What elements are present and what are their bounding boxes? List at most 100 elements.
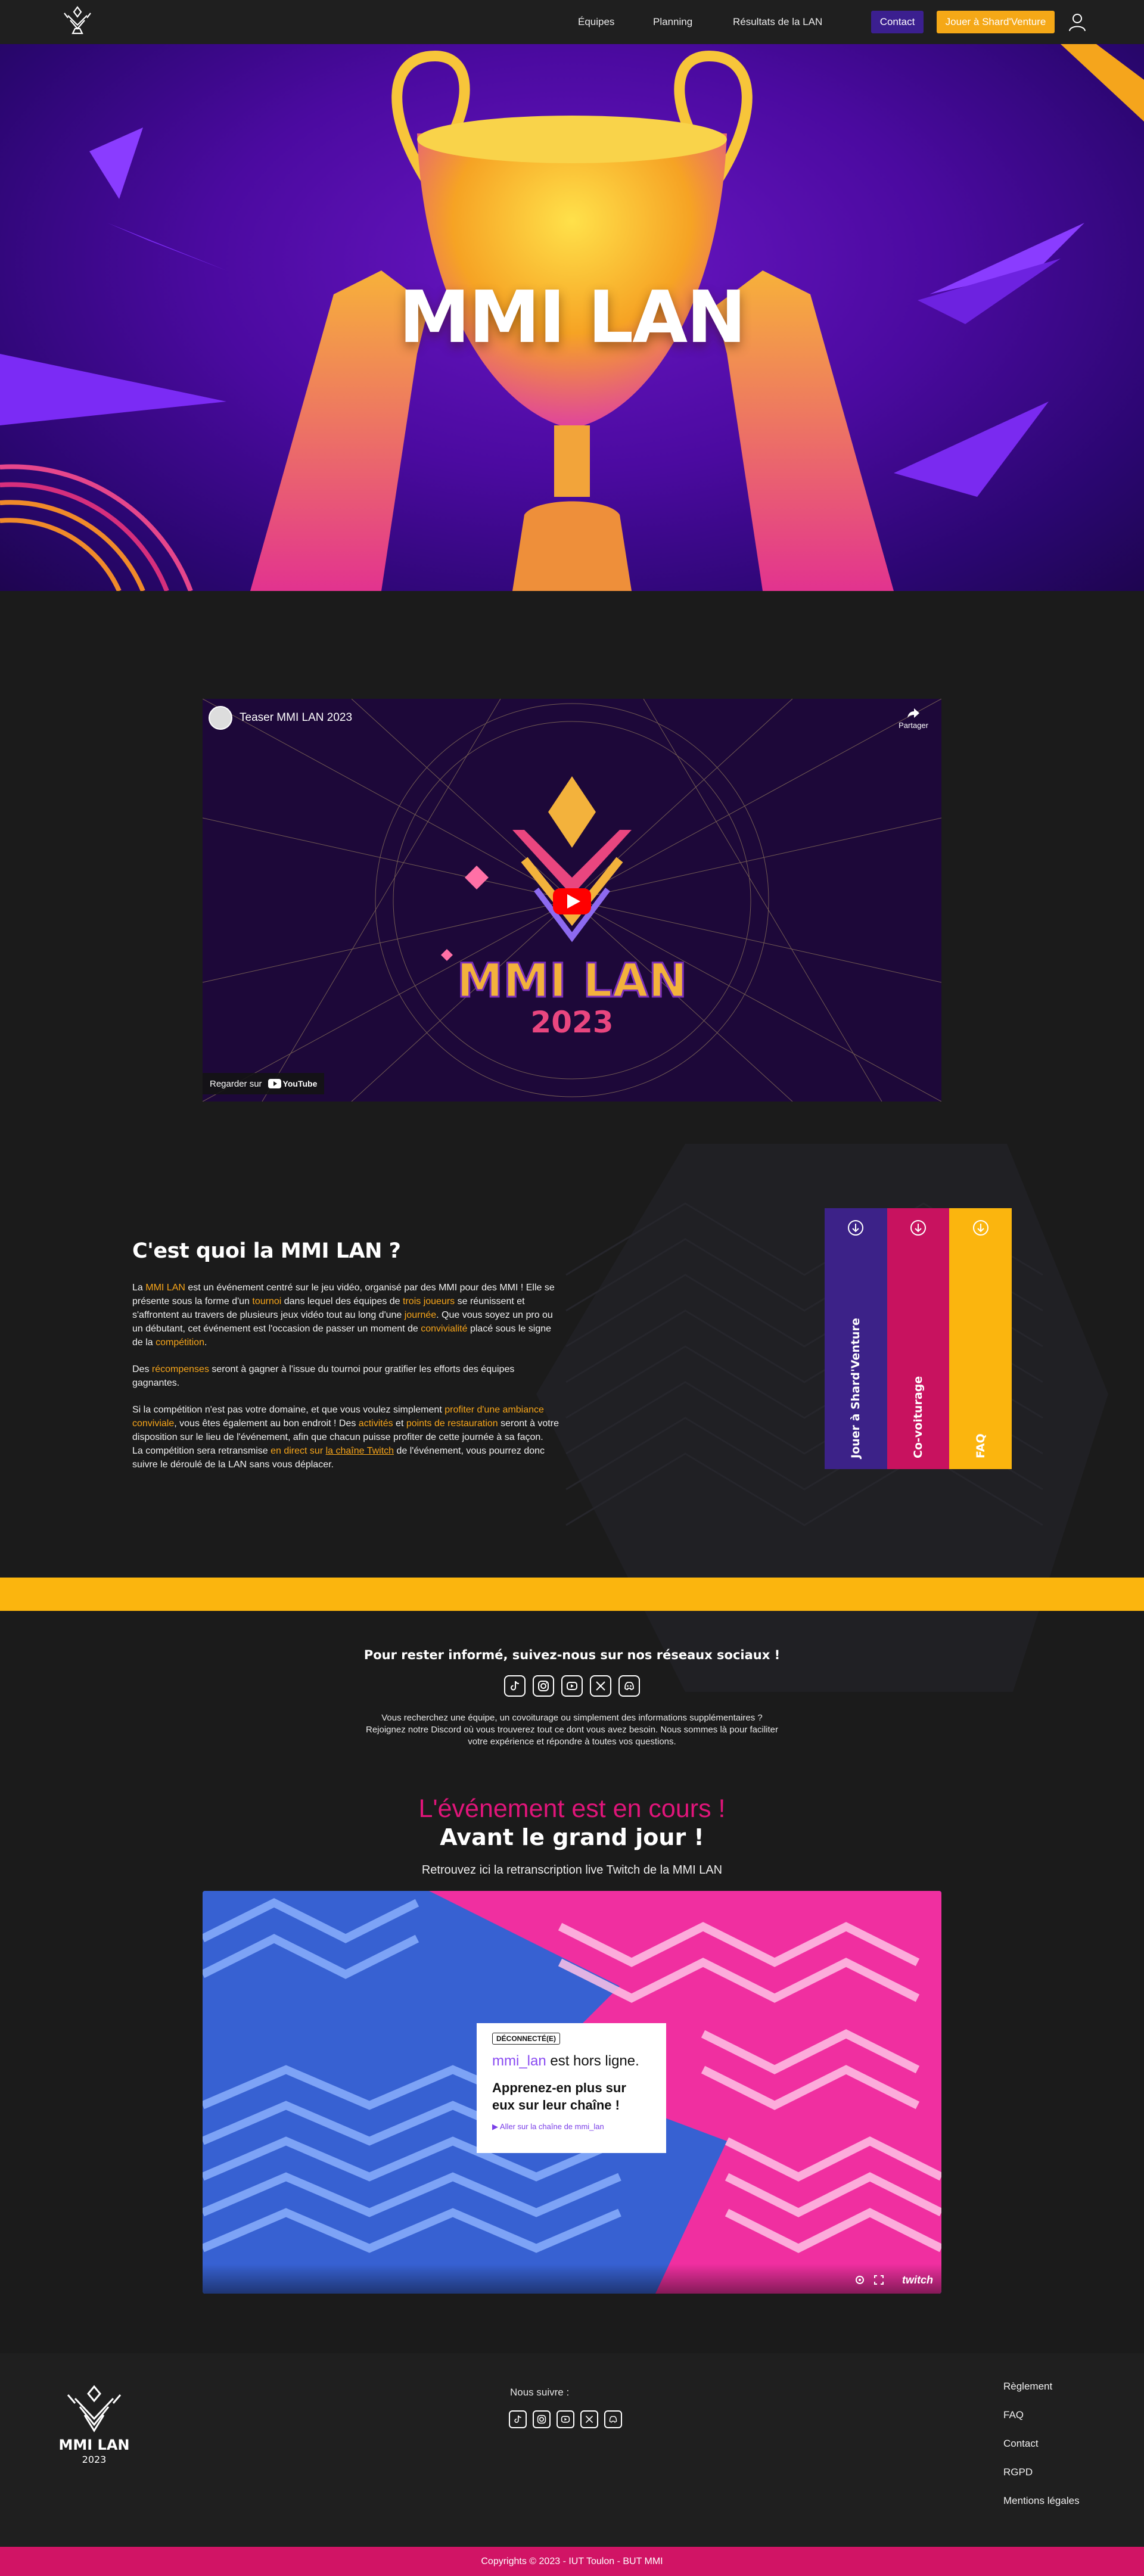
share-button[interactable]: Partager	[899, 707, 928, 730]
highlight-text: MMI LAN	[145, 1283, 185, 1293]
body-text: La compétition sera retransmise	[132, 1446, 271, 1456]
hero-banner: MMI LAN	[0, 44, 1144, 591]
video-thumbnail: MMI LAN 2023	[203, 699, 941, 1102]
video-logo-text: MMI LAN	[457, 954, 688, 1008]
about-title: C'est quoi la MMI LAN ?	[132, 1239, 401, 1263]
settings-icon[interactable]	[854, 2275, 865, 2285]
highlight-text: convivialité	[421, 1324, 468, 1334]
twitch-logo[interactable]: twitch	[902, 2274, 933, 2286]
live-status: L'événement est en cours !	[418, 1794, 726, 1823]
highlight-text: trois joueurs	[403, 1296, 455, 1306]
highlight-text: compétition	[156, 1337, 204, 1348]
video-logo-year: 2023	[530, 1005, 613, 1040]
youtube-icon[interactable]	[557, 2410, 574, 2428]
highlight-text[interactable]: la chaîne Twitch	[326, 1446, 394, 1456]
footer-logo-text: MMI LAN	[58, 2437, 129, 2453]
highlight-text: activités	[358, 1418, 393, 1429]
share-icon	[907, 708, 920, 718]
card-label-faq: FAQ	[974, 1433, 987, 1458]
footer-link-reglement[interactable]: Règlement	[1003, 2381, 1080, 2393]
arrow-down-circle-icon	[848, 1220, 864, 1236]
user-account-icon[interactable]	[1068, 12, 1087, 32]
youtube-label: YouTube	[282, 1079, 318, 1088]
social-section: Pour rester informé, suivez-nous sur nos…	[0, 1648, 1144, 1748]
tiktok-icon[interactable]	[509, 2410, 527, 2428]
youtube-icon[interactable]	[561, 1675, 583, 1697]
footer-link-mentions-legales[interactable]: Mentions légales	[1003, 2495, 1080, 2507]
watch-on-youtube-button[interactable]: Regarder sur YouTube	[203, 1073, 325, 1094]
live-headline: Avant le grand jour !	[440, 1824, 704, 1850]
highlight-text: tournoi	[252, 1296, 282, 1306]
offline-text: est hors ligne.	[546, 2053, 639, 2069]
youtube-icon	[268, 1079, 281, 1088]
play-shardventure-button[interactable]: Jouer à Shard'Venture	[937, 11, 1055, 33]
social-title: Pour rester informé, suivez-nous sur nos…	[363, 1648, 781, 1662]
fullscreen-icon[interactable]	[873, 2275, 884, 2285]
copyright-bar: Copyrights © 2023 - IUT Toulon - BUT MMI	[0, 2547, 1144, 2576]
footer-logo[interactable]: MMI LAN 2023	[57, 2383, 131, 2466]
youtube-video-embed[interactable]: MMI LAN 2023 Teaser MMI LAN 2023 Partage…	[203, 699, 941, 1102]
card-shardventure[interactable]: Jouer à Shard'Venture	[825, 1208, 887, 1469]
social-icons	[0, 1675, 1144, 1697]
x-icon[interactable]	[590, 1675, 611, 1697]
body-text: dans lequel des équipes de	[281, 1296, 403, 1306]
card-faq[interactable]: FAQ	[949, 1208, 1012, 1469]
discord-icon[interactable]	[604, 2410, 622, 2428]
about-paragraph-1: La MMI LAN est un événement centré sur l…	[132, 1281, 561, 1349]
offline-card: DÉCONNECTÉ(E) mmi_lan est hors ligne. Ap…	[477, 2023, 666, 2153]
top-navbar: Équipes Planning Résultats de la LAN Con…	[0, 0, 1144, 44]
body-text: Si la compétition n'est pas votre domain…	[132, 1405, 445, 1415]
card-covoiturage[interactable]: Co-voiturage	[887, 1208, 950, 1469]
body-text: La	[132, 1283, 146, 1293]
instagram-icon[interactable]	[533, 1675, 554, 1697]
highlight-text: journée	[404, 1310, 437, 1320]
channel-avatar-icon[interactable]	[209, 706, 232, 730]
footer-link-contact[interactable]: Contact	[1003, 2438, 1080, 2450]
about-paragraph-2: Des récompenses seront à gagner à l'issu…	[132, 1362, 561, 1390]
social-info-text: Vous recherchez une équipe, un covoitura…	[365, 1713, 778, 1747]
twitch-embed[interactable]: DÉCONNECTÉ(E) mmi_lan est hors ligne. Ap…	[203, 1891, 941, 2294]
about-section: C'est quoi la MMI LAN ? La MMI LAN est u…	[132, 1239, 561, 1471]
follow-label: Nous suivre :	[510, 2387, 570, 2398]
card-label-shardventure: Jouer à Shard'Venture	[849, 1318, 863, 1458]
footer: MMI LAN 2023 Nous suivre : Règlement FAQ…	[0, 2353, 1144, 2547]
video-title[interactable]: Teaser MMI LAN 2023	[240, 711, 352, 724]
video-header: Teaser MMI LAN 2023	[209, 706, 352, 730]
channel-name[interactable]: mmi_lan	[492, 2053, 546, 2069]
go-to-channel-link[interactable]: ▶ Aller sur la chaîne de mmi_lan	[492, 2122, 651, 2132]
quick-links-cards: Jouer à Shard'Venture Co-voiturage FAQ	[825, 1208, 1012, 1469]
about-paragraph-3: Si la compétition n'est pas votre domain…	[132, 1403, 561, 1444]
footer-link-faq[interactable]: FAQ	[1003, 2409, 1080, 2421]
footer-social-icons	[509, 2410, 622, 2428]
player-controls	[854, 2275, 884, 2285]
offline-channel-line: mmi_lan est hors ligne.	[492, 2053, 651, 2070]
body-text: , vous êtes également au bon endroit ! D…	[174, 1418, 359, 1429]
highlight-text: en direct sur	[271, 1446, 326, 1456]
player-controls-bar	[203, 2264, 941, 2294]
mmi-lan-logo[interactable]	[60, 5, 95, 39]
watch-on-label: Regarder sur	[210, 1078, 262, 1089]
instagram-icon[interactable]	[533, 2410, 551, 2428]
offline-tag: DÉCONNECTÉ(E)	[492, 2033, 561, 2045]
learn-more-text: Apprenez-en plus sur eux sur leur chaîne…	[492, 2080, 626, 2113]
contact-button[interactable]: Contact	[871, 11, 924, 33]
live-subtitle: Retrouvez ici la retranscription live Tw…	[421, 1863, 723, 1877]
highlight-text: points de restauration	[406, 1418, 498, 1429]
body-text: et	[393, 1418, 406, 1429]
body-text: Des	[132, 1364, 152, 1374]
tiktok-icon[interactable]	[504, 1675, 526, 1697]
youtube-logo: YouTube	[268, 1079, 318, 1088]
nav-link-equipes[interactable]: Équipes	[578, 16, 614, 28]
arrow-down-circle-icon	[910, 1220, 926, 1236]
yellow-divider-band	[0, 1578, 1144, 1611]
x-icon[interactable]	[580, 2410, 598, 2428]
hero-title: MMI LAN	[399, 276, 746, 359]
play-button-icon	[553, 888, 591, 914]
nav-link-planning[interactable]: Planning	[653, 16, 692, 28]
nav-link-resultats[interactable]: Résultats de la LAN	[733, 16, 822, 28]
arrow-down-circle-icon	[972, 1220, 988, 1236]
card-label-covoiturage: Co-voiturage	[912, 1376, 925, 1458]
about-paragraph-4: La compétition sera retransmise en direc…	[132, 1444, 561, 1471]
footer-link-rgpd[interactable]: RGPD	[1003, 2466, 1080, 2478]
discord-icon[interactable]	[618, 1675, 640, 1697]
